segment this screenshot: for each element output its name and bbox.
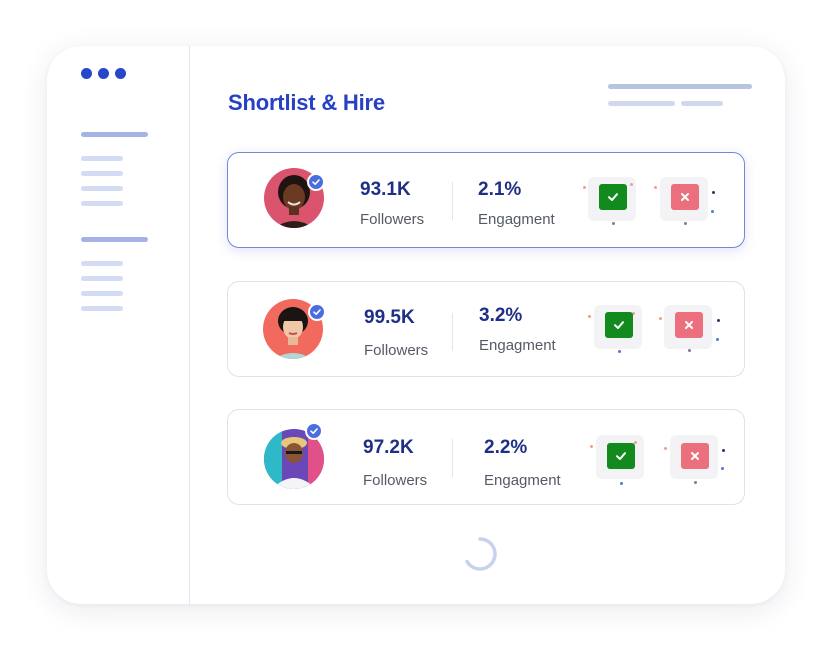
check-icon [608,193,618,201]
followers-label: Followers [364,342,429,359]
decor-speck [590,445,593,448]
approve-button[interactable] [599,184,627,210]
followers-value: 99.5K [364,307,415,328]
approve-button[interactable] [607,443,635,469]
decor-speck [659,317,662,320]
decor-speck [583,186,586,189]
decor-speck [684,222,687,225]
decor-speck [716,338,719,341]
engagement-label: Engagment [479,337,556,354]
sidebar-item-placeholder[interactable] [81,291,123,296]
decor-speck [722,449,725,452]
engagement-value: 3.2% [479,305,523,326]
verified-check-icon [307,173,325,191]
close-icon [681,193,689,201]
decor-speck [711,210,714,213]
decor-speck [618,350,621,353]
stat-divider [452,313,453,351]
sidebar-item-placeholder[interactable] [81,306,123,311]
header-placeholder-line [608,84,752,89]
engagement-value: 2.2% [484,437,528,458]
followers-label: Followers [363,472,428,489]
sidebar-item-placeholder[interactable] [81,201,123,206]
decor-speck [717,319,720,322]
decor-speck [694,481,697,484]
decor-speck [712,191,715,194]
engagement-value: 2.1% [478,179,522,200]
spinner-icon [465,537,497,571]
engagement-label: Engagment [478,211,555,228]
header-placeholder-line [608,101,675,106]
decor-speck [654,186,657,189]
sidebar-item-placeholder[interactable] [81,186,123,191]
main-content: Shortlist & Hire 93.1K Followers 2.1% En… [190,46,785,604]
close-icon [691,452,699,460]
reject-button[interactable] [671,184,699,210]
engagement-label: Engagment [484,472,561,489]
sidebar-item-placeholder[interactable] [81,276,123,281]
sidebar-heading-placeholder[interactable] [81,237,148,242]
influencer-card[interactable]: 99.5K Followers 3.2% Engagment [227,281,745,377]
sidebar-item-placeholder[interactable] [81,171,123,176]
influencer-card[interactable]: 93.1K Followers 2.1% Engagment [227,152,745,248]
followers-value: 97.2K [363,437,414,458]
decor-speck [620,482,623,485]
influencer-card[interactable]: 97.2K Followers 2.2% Engagment [227,409,745,505]
decor-speck [588,315,591,318]
sidebar-heading-placeholder[interactable] [81,132,148,137]
check-icon [614,321,624,329]
close-icon [685,321,693,329]
reject-button[interactable] [675,312,703,338]
sidebar [47,46,190,604]
decor-speck [612,222,615,225]
app-window: Shortlist & Hire 93.1K Followers 2.1% En… [47,46,785,604]
verified-check-icon [308,303,326,321]
header-placeholder-line [681,101,723,106]
sidebar-item-placeholder[interactable] [81,261,123,266]
page-title: Shortlist & Hire [228,90,385,115]
sidebar-item-placeholder[interactable] [81,156,123,161]
decor-speck [664,447,667,450]
stat-divider [452,182,453,220]
approve-button[interactable] [605,312,633,338]
verified-check-icon [305,422,323,440]
followers-label: Followers [360,211,425,228]
check-icon [616,452,626,460]
decor-speck [688,349,691,352]
decor-speck [721,467,724,470]
window-dots-icon [81,68,126,79]
decor-speck [630,183,633,186]
reject-button[interactable] [681,443,709,469]
stat-divider [452,439,453,477]
followers-value: 93.1K [360,179,411,200]
